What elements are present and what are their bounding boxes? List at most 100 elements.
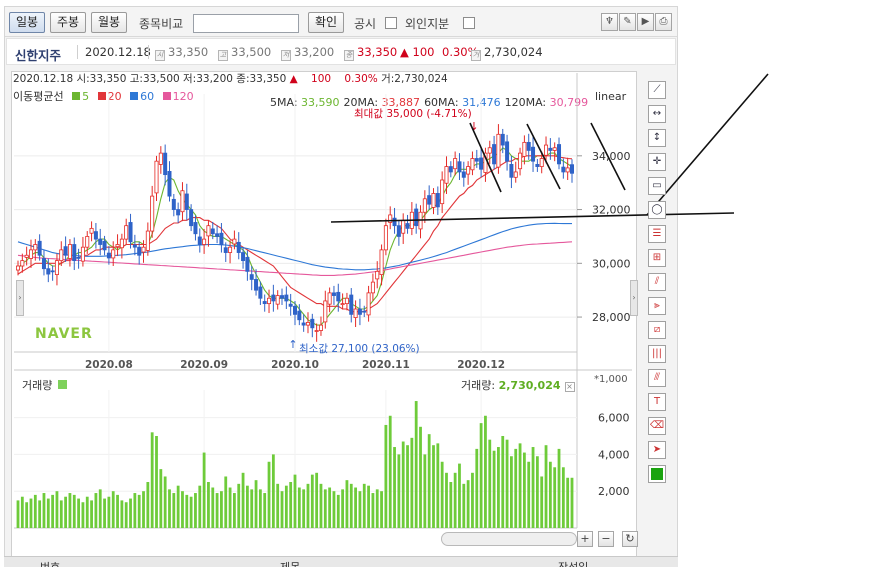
close-icon: 종 <box>344 50 354 61</box>
ohlc-volume: 거:2,730,024 <box>377 73 448 85</box>
volume-readout-value: 2,730,024 <box>498 379 561 392</box>
parallel-line-icon[interactable]: ⧄ <box>648 321 666 339</box>
print-icon[interactable]: ⎙ <box>655 13 672 31</box>
high-icon: 고 <box>218 50 228 61</box>
ma20-swatch <box>97 92 106 100</box>
ma5-value-label: 5MA: <box>270 96 302 109</box>
chart-area[interactable] <box>11 71 637 559</box>
scale-label[interactable]: linear <box>595 90 626 103</box>
refresh-icon[interactable]: ↻ <box>622 531 638 547</box>
horizontal-scrollbar[interactable] <box>441 532 577 546</box>
fibonacci-retracement-icon[interactable]: ☰ <box>648 225 666 243</box>
channel-tool-icon[interactable]: ⫻ <box>648 369 666 387</box>
compare-input[interactable] <box>193 14 299 33</box>
indicator-icon[interactable]: ♆ <box>601 13 618 31</box>
fibonacci-fan-icon[interactable]: ⊞ <box>648 249 666 267</box>
chart-toolbar: 일봉 주봉 월봉 종목비교 확인 공시 외인지분 ♆ ✎ ▶ ⎙ <box>5 7 677 37</box>
ma20-label: 20 <box>107 90 122 103</box>
confirm-button[interactable]: 확인 <box>308 12 344 33</box>
ma-legend: 이동평균선 5 20 60 120 <box>13 88 194 104</box>
draw-toggle-icon[interactable]: ✎ <box>619 13 636 31</box>
close-icon[interactable]: × <box>564 382 575 392</box>
ma120-value: 30,799 <box>549 96 589 109</box>
panel-toggle-icon[interactable]: ▶ <box>637 13 654 31</box>
volume-title: 거래량 <box>22 379 53 392</box>
low-icon: 저 <box>281 50 291 61</box>
fibonacci-time-zone-icon[interactable]: ||| <box>648 345 666 363</box>
open-price: 시 33,350 <box>155 45 208 61</box>
circle-tool-icon[interactable]: ◯ <box>648 201 666 219</box>
foreign-ownership-checkbox[interactable] <box>463 17 475 29</box>
ma60-swatch <box>130 92 139 100</box>
volume-unit: *1,000 <box>594 374 628 385</box>
color-picker-icon[interactable] <box>648 465 666 483</box>
volume-info: 거 2,730,024 <box>471 45 543 61</box>
foreign-ownership-label: 외인지분 <box>405 17 450 31</box>
close-price: 종 33,350 <box>344 45 397 61</box>
board-col-date: 작성일 <box>558 559 588 567</box>
ohlc-arrow: ▲ <box>289 73 298 85</box>
rectangle-tool-icon[interactable]: ▭ <box>648 177 666 195</box>
board-header: 번호 제목 작성일 <box>4 556 678 567</box>
ohlc-change: 100 <box>311 73 332 85</box>
naver-watermark: NAVER <box>35 326 93 342</box>
eraser-tool-icon[interactable]: ⌫ <box>648 417 666 435</box>
high-price: 고 33,500 <box>218 45 271 61</box>
compare-label: 종목비교 <box>139 17 184 31</box>
divider <box>77 45 78 59</box>
ohlc-open: 시:33,350 <box>73 73 127 85</box>
horizontal-line-tool-icon[interactable]: ↔ <box>648 105 666 123</box>
pointer-tool-icon[interactable]: ➤ <box>648 441 666 459</box>
text-tool-icon[interactable]: T <box>648 393 666 411</box>
ohlc-high: 고:33,500 <box>126 73 180 85</box>
line-tool-icon[interactable]: ⟋ <box>648 81 666 99</box>
board-col-number: 번호 <box>40 559 60 567</box>
ma60-value-label: 60MA: <box>424 96 463 109</box>
volume-icon: 거 <box>471 50 481 61</box>
open-icon: 시 <box>155 50 165 61</box>
ohlc-date: 2020.12.18 <box>13 73 74 85</box>
ma5-swatch <box>72 92 81 100</box>
monthly-button[interactable]: 월봉 <box>91 12 127 33</box>
zoom-out-button[interactable]: − <box>598 531 614 547</box>
vertical-line-tool-icon[interactable]: ↕ <box>648 129 666 147</box>
close-value: 33,350 <box>357 45 398 59</box>
disclosure-label: 공시 <box>354 17 377 31</box>
left-expand-tab[interactable]: › <box>16 280 24 316</box>
ma20-value: 33,887 <box>381 96 421 109</box>
ma5-value: 33,590 <box>301 96 340 109</box>
volume-legend: 거래량 <box>22 377 68 393</box>
info-date: 2020.12.18 <box>85 45 151 59</box>
weekly-button[interactable]: 주봉 <box>50 12 86 33</box>
crosshair-tool-icon[interactable]: ✛ <box>648 153 666 171</box>
open-value: 33,350 <box>168 45 209 59</box>
volume-value: 2,730,024 <box>484 45 543 59</box>
ma-title: 이동평균선 <box>13 90 64 103</box>
ohlc-low: 저:33,200 <box>179 73 233 85</box>
ma20-value-label: 20MA: <box>343 96 382 109</box>
ma120-value-label: 120MA: <box>504 96 550 109</box>
volume-swatch <box>58 380 68 389</box>
change-value: ▲ 100 <box>400 45 435 59</box>
volume-readout-label: 거래량: <box>461 379 496 392</box>
low-value: 33,200 <box>294 45 335 59</box>
board-col-title: 제목 <box>280 559 300 567</box>
high-value: 33,500 <box>231 45 272 59</box>
stock-info-bar: 신한지주 2020.12.18 시 33,350 고 33,500 저 33,200 … <box>6 38 676 65</box>
zoom-in-button[interactable]: + <box>577 531 593 547</box>
disclosure-checkbox[interactable] <box>385 17 397 29</box>
ohlc-header: 2020.12.18 시:33,350 고:33,500 저:33,200 종:… <box>13 71 448 86</box>
volume-readout: 거래량: 2,730,024 × <box>461 377 575 393</box>
ohlc-close: 종:33,350 <box>232 73 287 85</box>
ma60-value: 31,476 <box>462 96 501 109</box>
ma-values: 5MA: 33,590 20MA: 33,887 60MA: 31,476 120MA… <box>270 96 592 109</box>
ma120-label: 120 <box>172 90 194 103</box>
speed-line-icon[interactable]: ⫽ <box>648 273 666 291</box>
right-expand-tab[interactable]: › <box>630 280 638 316</box>
ma60-label: 60 <box>140 90 155 103</box>
gann-fan-icon[interactable]: ⫸ <box>648 297 666 315</box>
ohlc-pct: 0.30% <box>344 73 378 85</box>
ma5-label: 5 <box>82 90 90 103</box>
stock-name: 신한지주 <box>15 48 62 63</box>
daily-button[interactable]: 일봉 <box>9 12 45 33</box>
